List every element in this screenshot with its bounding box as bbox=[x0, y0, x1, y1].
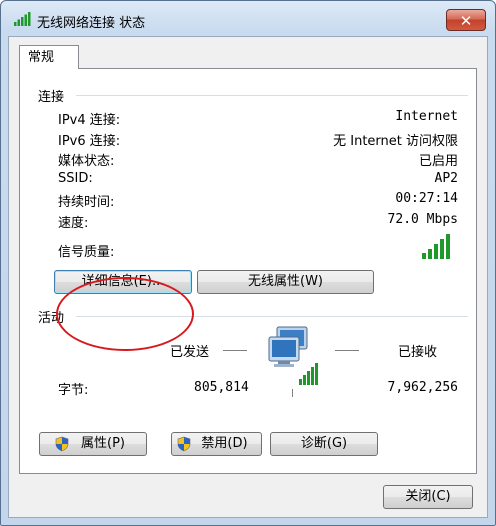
close-button[interactable]: 关闭(C) bbox=[383, 485, 473, 509]
duration-value: 00:27:14 bbox=[395, 191, 458, 206]
sent-label: 已发送 bbox=[170, 345, 210, 360]
media-state-label: 媒体状态: bbox=[58, 154, 115, 169]
activity-tick bbox=[292, 389, 293, 397]
bytes-label: 字节: bbox=[58, 383, 89, 398]
activity-divider bbox=[76, 316, 468, 317]
speed-value: 72.0 Mbps bbox=[387, 212, 458, 227]
wireless-properties-button[interactable]: 无线属性(W) bbox=[197, 270, 374, 294]
diagnose-button[interactable]: 诊断(G) bbox=[270, 432, 378, 456]
signal-strength-icon bbox=[422, 234, 450, 259]
window-title: 无线网络连接 状态 bbox=[37, 16, 146, 31]
ipv4-value: Internet bbox=[395, 109, 458, 124]
duration-label: 持续时间: bbox=[58, 195, 115, 210]
ipv6-label: IPv6 连接: bbox=[58, 134, 121, 149]
shield-icon bbox=[55, 436, 69, 452]
disable-button[interactable]: 禁用(D) bbox=[171, 432, 262, 456]
tab-general[interactable]: 常规 bbox=[19, 45, 79, 69]
speed-label: 速度: bbox=[58, 216, 89, 231]
general-panel: 连接 IPv4 连接: Internet IPv6 连接: 无 Internet… bbox=[19, 68, 477, 474]
received-line bbox=[335, 350, 359, 351]
disable-label: 禁用(D) bbox=[201, 436, 248, 451]
signal-quality-label: 信号质量: bbox=[58, 245, 115, 260]
title-bar[interactable]: 无线网络连接 状态 ✕ bbox=[1, 1, 495, 37]
network-computers-icon bbox=[268, 326, 318, 385]
activity-group-label: 活动 bbox=[38, 311, 65, 326]
window-close-button[interactable]: ✕ bbox=[446, 9, 486, 31]
properties-button[interactable]: 属性(P) bbox=[39, 432, 147, 456]
connection-group-label: 连接 bbox=[38, 90, 65, 105]
ssid-label: SSID: bbox=[58, 171, 93, 186]
wireless-signal-icon bbox=[14, 12, 31, 26]
properties-label: 属性(P) bbox=[81, 436, 125, 451]
connection-divider bbox=[76, 95, 468, 96]
client-area: 常规 连接 IPv4 连接: Internet IPv6 连接: 无 Inter… bbox=[8, 36, 488, 518]
status-window: 无线网络连接 状态 ✕ 常规 连接 IPv4 连接: Internet IPv6… bbox=[0, 0, 496, 526]
media-state-value: 已启用 bbox=[418, 154, 458, 169]
details-button[interactable]: 详细信息(E)... bbox=[54, 270, 192, 294]
bytes-received-value: 7,962,256 bbox=[387, 380, 458, 395]
ssid-value: AP2 bbox=[434, 171, 458, 186]
ipv4-label: IPv4 连接: bbox=[58, 113, 121, 128]
bytes-sent-value: 805,814 bbox=[194, 380, 249, 395]
received-label: 已接收 bbox=[398, 345, 438, 360]
ipv6-value: 无 Internet 访问权限 bbox=[333, 134, 458, 149]
shield-icon bbox=[177, 436, 191, 452]
sent-line bbox=[223, 350, 247, 351]
